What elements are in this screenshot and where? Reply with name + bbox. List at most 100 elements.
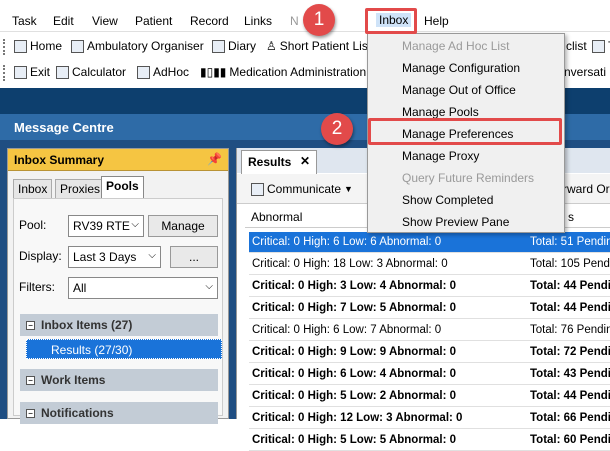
filters-select[interactable]: All ⌵ — [68, 277, 218, 299]
forward-button[interactable]: rward Or — [563, 182, 610, 196]
caret-down-icon: ▼ — [344, 184, 353, 194]
tab-proxies[interactable]: Proxies — [55, 179, 106, 198]
menu-patient[interactable]: Patient — [135, 14, 172, 28]
manage-preferences-highlight — [368, 118, 562, 145]
menu-edit[interactable]: Edit — [53, 14, 74, 28]
menu-view[interactable]: View — [92, 14, 118, 28]
person-icon: ♙ — [266, 39, 277, 53]
abnormal-cell: Critical: 0 High: 9 Low: 9 Abnormal: 0 — [252, 346, 457, 358]
table-row[interactable]: Critical: 0 High: 5 Low: 5 Abnormal: 0 To… — [249, 430, 610, 451]
abnormal-cell: Critical: 0 High: 6 Low: 7 Abnormal: 0 — [252, 324, 442, 336]
conversation-button[interactable]: nversati — [564, 65, 606, 79]
pool-select[interactable]: RV39 RTE ⌵ — [68, 215, 144, 237]
organiser-icon — [71, 39, 84, 53]
calendar-icon — [212, 39, 225, 53]
column-abnormal[interactable]: Abnormal — [251, 210, 302, 224]
abnormal-cell: Critical: 0 High: 5 Low: 5 Abnormal: 0 — [252, 434, 457, 446]
abnormal-cell: Critical: 0 High: 7 Low: 5 Abnormal: 0 — [252, 302, 457, 314]
menu-item-query-future-reminders[interactable]: Query Future Reminders — [402, 171, 534, 185]
exit-button[interactable]: Exit — [14, 65, 50, 79]
user-icon — [592, 39, 605, 53]
medication-administration-button[interactable]: ▮▯▮▮ Medication Administration — [200, 65, 366, 79]
menu-item-show-completed[interactable]: Show Completed — [402, 193, 493, 207]
abnormal-cell: Critical: 0 High: 6 Low: 4 Abnormal: 0 — [252, 368, 457, 380]
total-cell: Total: 76 Pendin — [530, 324, 610, 336]
chevron-down-icon: ⌵ — [131, 219, 139, 230]
short-patient-list-button[interactable]: ♙ Short Patient Lis — [266, 39, 368, 53]
close-icon[interactable]: ✕ — [300, 154, 310, 168]
tab-pools[interactable]: Pools — [101, 176, 144, 198]
table-row[interactable]: Critical: 0 High: 3 Low: 4 Abnormal: 0 To… — [249, 276, 610, 297]
total-cell: Total: 43 Pendi — [530, 368, 610, 380]
total-cell: Total: 44 Pendi — [530, 280, 610, 292]
page-title: Message Centre — [14, 120, 114, 135]
tab-inbox[interactable]: Inbox — [13, 179, 53, 198]
menu-record[interactable]: Record — [190, 14, 229, 28]
total-cell: Total: 60 Pendi — [530, 434, 610, 446]
toolbar-grip[interactable] — [3, 39, 6, 55]
barcode-icon: ▮▯▮▮ — [200, 65, 227, 79]
menu-item-manage-pools[interactable]: Manage Pools — [402, 105, 479, 119]
abnormal-cell: Critical: 0 High: 12 Low: 3 Abnormal: 0 — [252, 412, 463, 424]
pools-tab-body: Pool: RV39 RTE ⌵ Manage Display: Last 3 … — [13, 198, 223, 424]
menu-item-manage-proxy[interactable]: Manage Proxy — [402, 149, 479, 163]
collapse-icon[interactable]: − — [26, 376, 35, 385]
abnormal-cell: Critical: 0 High: 6 Low: 6 Abnormal: 0 — [252, 236, 442, 248]
calculator-icon — [56, 65, 69, 79]
tab-results[interactable]: Results ✕ — [241, 150, 317, 174]
step-badge-2: 2 — [321, 113, 353, 145]
inbox-summary-header: Inbox Summary 📌 — [8, 149, 228, 171]
chevron-down-icon: ⌵ — [205, 281, 213, 292]
column-status[interactable]: s — [568, 210, 574, 224]
filters-label: Filters: — [19, 280, 55, 294]
home-button[interactable]: Home — [14, 39, 62, 53]
step-badge-1: 1 — [303, 4, 335, 36]
table-row[interactable]: Critical: 0 High: 6 Low: 6 Abnormal: 0 To… — [249, 232, 610, 253]
communicate-button[interactable]: Communicate ▼ — [251, 182, 353, 196]
total-cell: Total: 44 Pendi — [530, 302, 610, 314]
display-select[interactable]: Last 3 Days ⌵ — [68, 246, 161, 268]
toolbar-t-button[interactable]: T — [592, 39, 610, 53]
notifications-section[interactable]: − Notifications — [20, 402, 218, 424]
communicate-icon — [251, 182, 264, 196]
inbox-summary-title: Inbox Summary — [14, 153, 105, 167]
total-cell: Total: 72 Pendi — [530, 346, 610, 358]
table-row[interactable]: Critical: 0 High: 9 Low: 9 Abnormal: 0 To… — [249, 342, 610, 363]
pin-icon[interactable]: 📌 — [207, 152, 222, 166]
menu-item-show-preview-pane[interactable]: Show Preview Pane — [402, 215, 509, 229]
abnormal-cell: Critical: 0 High: 3 Low: 4 Abnormal: 0 — [252, 280, 457, 292]
inbox-summary-panel: Inbox Summary 📌 Inbox Proxies Pools Pool… — [7, 148, 229, 424]
table-row[interactable]: Critical: 0 High: 5 Low: 2 Abnormal: 0 To… — [249, 386, 610, 407]
collapse-icon[interactable]: − — [26, 321, 35, 330]
table-row[interactable]: Critical: 0 High: 6 Low: 4 Abnormal: 0 To… — [249, 364, 610, 385]
collapse-icon[interactable]: − — [26, 409, 35, 418]
menu-item-manage-ad-hoc-list[interactable]: Manage Ad Hoc List — [402, 39, 509, 53]
work-items-section[interactable]: − Work Items — [20, 369, 218, 391]
inbox-items-section[interactable]: − Inbox Items (27) — [20, 314, 218, 336]
total-cell: Total: 105 Pendi — [530, 258, 610, 270]
table-row[interactable]: Critical: 0 High: 6 Low: 7 Abnormal: 0 To… — [249, 320, 610, 341]
table-row[interactable]: Critical: 0 High: 7 Low: 5 Abnormal: 0 To… — [249, 298, 610, 319]
menu-task[interactable]: Task — [12, 14, 37, 28]
toolbar-grip[interactable] — [3, 65, 6, 81]
menu-help[interactable]: Help — [424, 14, 449, 28]
menu-links[interactable]: Links — [244, 14, 272, 28]
diary-button[interactable]: Diary — [212, 39, 256, 53]
table-row[interactable]: Critical: 0 High: 18 Low: 3 Abnormal: 0 T… — [249, 254, 610, 275]
chevron-down-icon: ⌵ — [148, 250, 156, 261]
manage-button[interactable]: Manage — [148, 215, 218, 237]
calculator-button[interactable]: Calculator — [56, 65, 126, 79]
total-cell: Total: 44 Pendi — [530, 390, 610, 402]
adhoc-button[interactable]: AdHoc — [137, 65, 189, 79]
results-inbox-item[interactable]: Results (27/30) — [26, 339, 222, 359]
menu-item-manage-out-of-office[interactable]: Manage Out of Office — [402, 83, 516, 97]
display-options-button[interactable]: ... — [170, 246, 218, 268]
total-cell: Total: 51 Pendin — [530, 236, 610, 248]
abnormal-cell: Critical: 0 High: 18 Low: 3 Abnormal: 0 — [252, 258, 448, 270]
menu-partial-n[interactable]: N — [290, 14, 299, 28]
clist-button[interactable]: clist — [566, 39, 587, 53]
ambulatory-organiser-button[interactable]: Ambulatory Organiser — [71, 39, 204, 53]
abnormal-cell: Critical: 0 High: 5 Low: 2 Abnormal: 0 — [252, 390, 457, 402]
inbox-menu-highlight — [365, 8, 417, 34]
menu-item-manage-configuration[interactable]: Manage Configuration — [402, 61, 520, 75]
